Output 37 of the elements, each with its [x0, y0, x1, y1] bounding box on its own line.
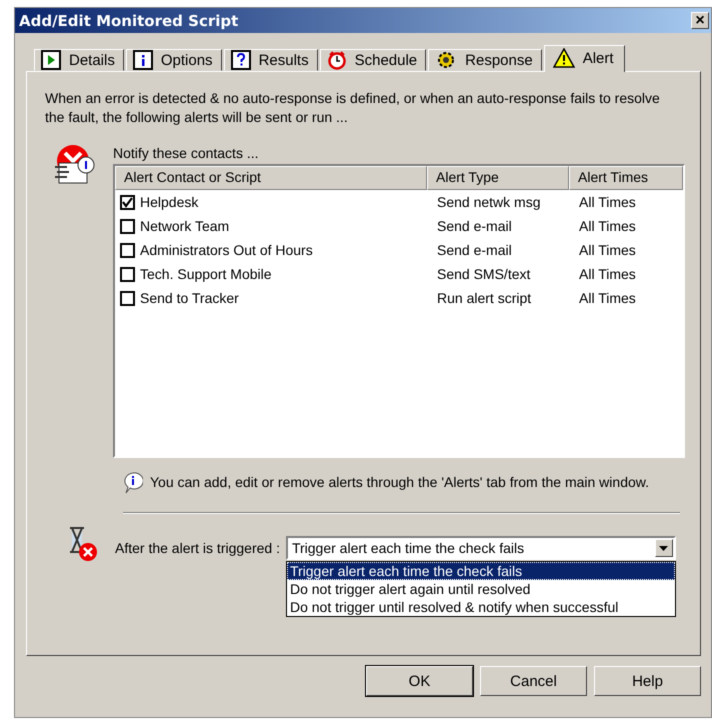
- contact-name: Helpdesk: [140, 194, 198, 210]
- close-button[interactable]: ×: [691, 12, 709, 29]
- column-header[interactable]: Alert Type: [427, 166, 569, 190]
- column-header[interactable]: Alert Times: [569, 166, 683, 190]
- contact-name: Network Team: [140, 218, 230, 234]
- dropdown-option[interactable]: Do not trigger alert again until resolved: [286, 580, 675, 598]
- tab[interactable]: Schedule: [320, 49, 426, 71]
- alert-times: All Times: [578, 242, 637, 258]
- section-label: Notify these contacts ...: [113, 145, 260, 161]
- alert-times: All Times: [578, 218, 637, 234]
- dropdown-option[interactable]: Trigger alert each time the check fails: [286, 562, 675, 580]
- alert-type: Send netwk msg: [436, 194, 542, 210]
- alert-type: Send e-mail: [436, 242, 513, 258]
- alert-type: Send e-mail: [436, 218, 513, 234]
- contact-name: Send to Tracker: [140, 290, 239, 306]
- tab[interactable]: Options: [126, 49, 222, 71]
- dialog-button[interactable]: OK: [366, 666, 473, 696]
- alert-type: Send SMS/text: [436, 266, 532, 282]
- dropdown-option[interactable]: Do not trigger until resolved & notify when successful: [286, 598, 675, 616]
- contact-name: Administrators Out of Hours: [140, 242, 313, 258]
- tab[interactable]: Alert: [544, 45, 625, 72]
- trigger-label: After the alert is triggered :: [115, 540, 280, 558]
- window-title: Add/Edit Monitored Script: [19, 12, 238, 30]
- hint-text: You can add, edit or remove alerts through the 'Alerts' tab from the main window.: [150, 473, 649, 492]
- tab[interactable]: Details: [34, 49, 124, 71]
- dialog-button[interactable]: Cancel: [480, 666, 587, 696]
- dialog-button[interactable]: Help: [594, 666, 701, 696]
- alert-type: Run alert script: [436, 290, 532, 306]
- tab[interactable]: Results: [224, 49, 318, 71]
- column-header[interactable]: Alert Contact or Script: [115, 166, 427, 190]
- tab[interactable]: Response: [428, 49, 542, 71]
- contact-name: Tech. Support Mobile: [140, 266, 272, 282]
- trigger-dropdown[interactable]: Trigger alert each time the check fails: [286, 536, 676, 560]
- alert-times: All Times: [578, 266, 637, 282]
- alert-times: All Times: [578, 290, 637, 306]
- alert-times: All Times: [578, 194, 637, 210]
- intro-text: When an error is detected & no auto-response is defined, or when an auto-response fails to resolve the fault, the following alerts will be sent or run ...: [45, 89, 661, 127]
